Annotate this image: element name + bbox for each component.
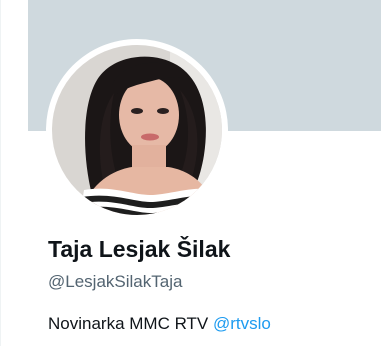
profile-display-name: Taja Lesjak Šilak [48, 236, 231, 262]
profile-bio: Novinarka MMC RTV @rtvslo [48, 314, 271, 334]
avatar-photo [52, 45, 222, 215]
bio-text: Novinarka MMC RTV [48, 314, 213, 333]
avatar[interactable] [52, 45, 222, 215]
column-divider [0, 0, 1, 346]
bio-mention-link[interactable]: @rtvslo [213, 314, 271, 333]
profile-card: Taja Lesjak Šilak @LesjakSilakTaja Novin… [0, 0, 381, 346]
profile-handle: @LesjakSilakTaja [48, 272, 183, 291]
